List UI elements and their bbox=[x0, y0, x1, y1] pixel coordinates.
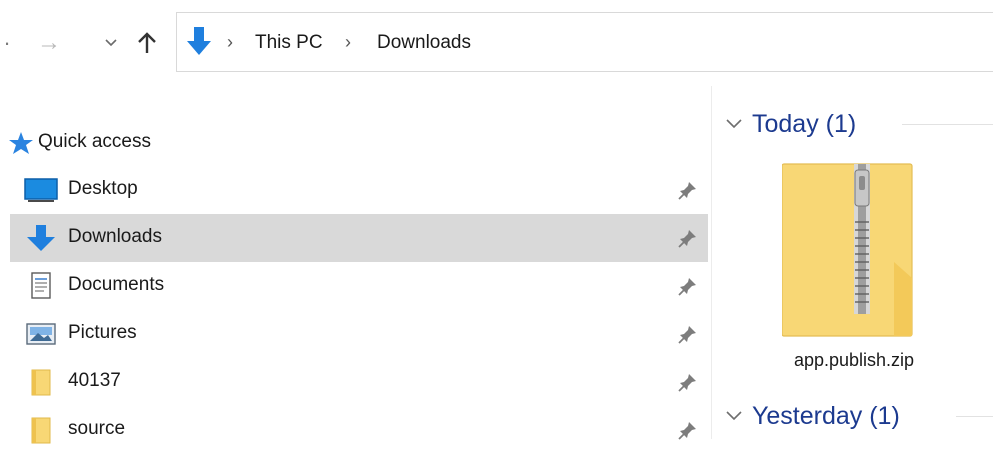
chevron-down-icon bbox=[105, 39, 117, 47]
group-header-today[interactable]: Today (1) bbox=[724, 104, 993, 144]
folder-icon bbox=[31, 417, 51, 444]
recent-locations-button[interactable] bbox=[98, 28, 124, 58]
sidebar-item-label: Downloads bbox=[68, 226, 162, 247]
address-bar[interactable]: › This PC › Downloads bbox=[176, 12, 993, 72]
chevron-down-icon bbox=[726, 119, 742, 129]
back-button[interactable]: · bbox=[0, 28, 14, 58]
breadcrumb-downloads[interactable]: Downloads bbox=[377, 32, 471, 54]
group-header-yesterday[interactable]: Yesterday (1) bbox=[724, 396, 993, 436]
breadcrumb-separator[interactable]: › bbox=[227, 32, 233, 53]
group-divider bbox=[956, 416, 993, 417]
sidebar-item-label: source bbox=[68, 418, 126, 439]
sidebar-item-source[interactable]: source bbox=[10, 406, 708, 454]
sidebar-item-label: Documents bbox=[68, 274, 165, 295]
folder-icon bbox=[31, 369, 51, 396]
navigation-bar: · → › This PC › Downloads bbox=[0, 0, 993, 86]
pin-icon[interactable] bbox=[678, 180, 698, 200]
sidebar-item-label: Desktop bbox=[68, 178, 138, 199]
pictures-icon bbox=[26, 323, 56, 345]
pin-icon[interactable] bbox=[678, 228, 698, 248]
chevron-down-icon bbox=[726, 411, 742, 421]
sidebar-item-label: 40137 bbox=[68, 370, 121, 391]
file-list: Today (1) app.publish.zip Yesterday (1) bbox=[712, 86, 993, 439]
breadcrumb-separator[interactable]: › bbox=[345, 32, 351, 53]
pin-icon[interactable] bbox=[678, 324, 698, 344]
downloads-icon bbox=[27, 225, 55, 251]
navigation-pane: Quick access Desktop Downloads Documents… bbox=[0, 86, 711, 444]
zip-folder-icon bbox=[782, 163, 913, 337]
quick-access-item[interactable]: Quick access bbox=[0, 122, 700, 162]
documents-icon bbox=[31, 272, 51, 299]
file-name: app.publish.zip bbox=[793, 350, 915, 370]
breadcrumb-this-pc[interactable]: This PC bbox=[255, 32, 323, 54]
group-label: Today (1) bbox=[752, 110, 857, 138]
sidebar-item-40137[interactable]: 40137 bbox=[10, 358, 708, 406]
sidebar-item-documents[interactable]: Documents bbox=[10, 262, 708, 310]
sidebar-item-desktop[interactable]: Desktop bbox=[10, 166, 708, 214]
desktop-icon bbox=[24, 178, 58, 202]
star-icon bbox=[9, 132, 33, 154]
sidebar-item-pictures[interactable]: Pictures bbox=[10, 310, 708, 358]
quick-access-label: Quick access bbox=[38, 131, 151, 152]
sidebar-item-label: Pictures bbox=[68, 322, 137, 343]
pin-icon[interactable] bbox=[678, 276, 698, 296]
file-item[interactable]: app.publish.zip bbox=[766, 162, 942, 392]
arrow-up-icon bbox=[138, 32, 156, 53]
up-button[interactable] bbox=[132, 28, 162, 58]
pin-icon[interactable] bbox=[678, 420, 698, 440]
group-label: Yesterday (1) bbox=[752, 402, 900, 430]
sidebar-item-downloads[interactable]: Downloads bbox=[10, 214, 708, 262]
downloads-icon bbox=[187, 27, 211, 55]
forward-button[interactable]: → bbox=[34, 28, 64, 58]
pin-icon[interactable] bbox=[678, 372, 698, 392]
group-divider bbox=[902, 124, 993, 125]
